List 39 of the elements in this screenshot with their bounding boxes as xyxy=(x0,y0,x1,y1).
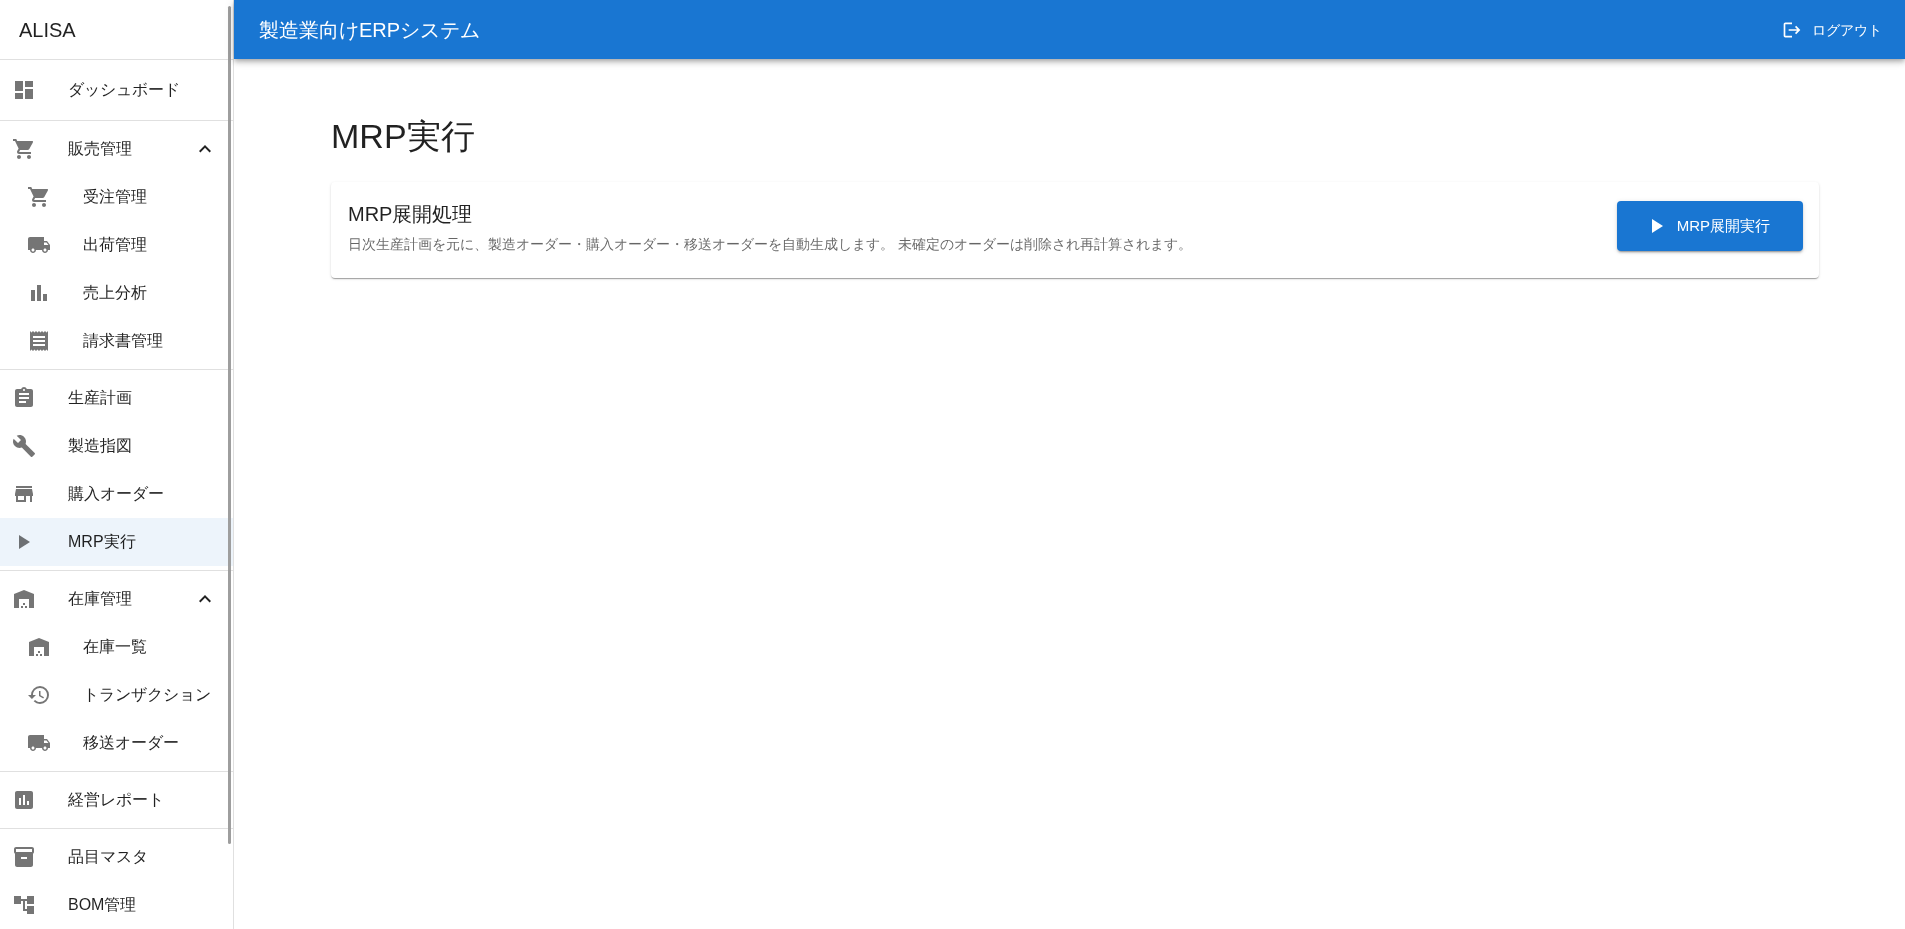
app-name: ALISA xyxy=(19,17,76,42)
run-mrp-button[interactable]: MRP展開実行 xyxy=(1616,201,1803,251)
nav-item[interactable]: 購入オーダー xyxy=(0,470,233,518)
nav-item[interactable]: ダッシュボード xyxy=(0,66,233,114)
nav-item[interactable]: 在庫一覧 xyxy=(0,623,233,671)
nav-item[interactable]: 経営レポート xyxy=(0,776,233,824)
history-icon xyxy=(27,683,51,707)
archive-box-icon xyxy=(12,845,36,869)
chart-icon xyxy=(12,788,36,812)
nav-item[interactable]: トランザクション xyxy=(0,671,233,719)
warehouse-icon xyxy=(27,635,51,659)
nav-item[interactable]: 製造指図 xyxy=(0,422,233,470)
cart-icon xyxy=(27,185,51,209)
logout-button[interactable]: ログアウト xyxy=(1780,12,1882,47)
wrench-icon xyxy=(12,434,36,458)
nav-item[interactable]: 在庫管理 xyxy=(0,575,233,623)
nav-item[interactable]: BOM管理 xyxy=(0,881,233,929)
receipt-icon xyxy=(27,329,51,353)
clipboard-icon xyxy=(12,386,36,410)
play-icon xyxy=(1651,219,1663,233)
play-icon xyxy=(19,535,30,549)
nav-item[interactable]: 受注管理 xyxy=(0,173,233,221)
nav-item[interactable]: 生産計画 xyxy=(0,374,233,422)
card-description: 日次生産計画を元に、製造オーダー・購入オーダー・移送オーダーを自動生成します。 未確定のオーダーは削除され再計算されます。 xyxy=(348,235,1192,254)
warehouse-icon xyxy=(12,587,36,611)
hierarchy-icon xyxy=(12,893,36,917)
nav-item[interactable]: 販売管理 xyxy=(0,125,233,173)
nav-item[interactable]: MRP実行 xyxy=(0,518,233,566)
page-title: MRP実行 xyxy=(331,116,476,157)
card-title: MRP展開処理 xyxy=(348,202,474,227)
nav-item[interactable]: 移送オーダー xyxy=(0,719,233,767)
cart-icon xyxy=(12,137,36,161)
nav-item[interactable]: 品目マスタ xyxy=(0,833,233,881)
nav-item[interactable]: 出荷管理 xyxy=(0,221,233,269)
dashboard-icon xyxy=(12,78,36,102)
scrollbar-thumb[interactable] xyxy=(228,6,231,844)
nav-item[interactable]: 売上分析 xyxy=(0,269,233,317)
app-title: 製造業向けERPシステム xyxy=(259,17,481,43)
nav-item[interactable]: 請求書管理 xyxy=(0,317,233,365)
